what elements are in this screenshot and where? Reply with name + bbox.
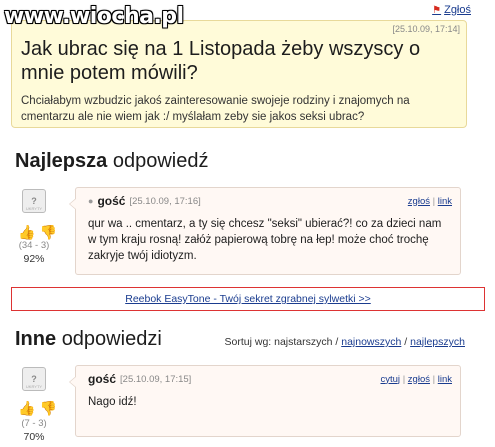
other-answer-box: gość [25.10.09, 17:15] cytuj | zgłoś | l… — [69, 365, 461, 437]
sort-newest-link[interactable]: najnowszych — [341, 336, 401, 348]
site-watermark: www.wiocha.pl — [4, 4, 184, 29]
best-answer-meta: ● gość [25.10.09, 17:16] zgłoś | link — [88, 194, 452, 208]
best-vote-percent: 92% — [23, 253, 45, 265]
actions-separator: | — [432, 373, 436, 385]
other-vote-count: (7 - 3) — [21, 418, 47, 429]
other-answer-date: [25.10.09, 17:15] — [120, 373, 192, 385]
thumb-down-icon[interactable]: 👎 — [39, 400, 56, 417]
question-box: [25.10.09, 17:14] Jak ubrac się na 1 Lis… — [11, 20, 467, 128]
question-title: Jak ubrac się na 1 Listopada żeby wszysc… — [21, 38, 421, 84]
bullet-icon: ● — [88, 196, 94, 206]
other-answer-actions: cytuj | zgłoś | link — [381, 374, 453, 385]
report-question-link[interactable]: ⚑ Zgłoś — [432, 4, 471, 16]
other-report-link[interactable]: zgłoś — [408, 374, 430, 385]
other-heading-bold: Inne — [15, 328, 57, 350]
other-answer-meta: gość [25.10.09, 17:15] cytuj | zgłoś | l… — [88, 372, 452, 386]
other-answer-author[interactable]: gość — [88, 372, 116, 386]
best-permalink[interactable]: link — [438, 196, 452, 207]
best-answer-heading: Najlepsza odpowiedź — [15, 150, 208, 173]
anon-avatar-icon: ? UKRYTY — [22, 367, 46, 391]
sort-label: Sortuj wg: najstarszych / — [224, 336, 339, 348]
actions-separator: | — [402, 373, 406, 385]
ad-banner: Reebok EasyTone - Twój sekret zgrabnej s… — [11, 287, 485, 311]
flag-icon: ⚑ — [432, 4, 442, 16]
vote-buttons: 👍 👎 — [18, 224, 57, 241]
other-vote-percent: 70% — [23, 431, 45, 443]
best-answer-author[interactable]: gość — [97, 194, 125, 208]
speech-arrow — [69, 376, 76, 388]
question-date: [25.10.09, 17:14] — [392, 24, 460, 34]
ad-link[interactable]: Reebok EasyTone - Twój sekret zgrabnej s… — [125, 293, 371, 305]
best-answer-date: [25.10.09, 17:16] — [129, 195, 201, 207]
thumb-down-icon[interactable]: 👎 — [39, 224, 56, 241]
anon-avatar-icon: ? UKRYTY — [22, 189, 46, 213]
other-answer-text: Nago idź! — [88, 396, 137, 408]
thumb-up-icon[interactable]: 👍 — [18, 224, 35, 241]
other-heading-rest: odpowiedzi — [61, 328, 162, 350]
best-heading-rest: odpowiedź — [112, 150, 209, 172]
best-vote-count: (34 - 3) — [18, 240, 50, 251]
sort-bar: Sortuj wg: najstarszych / najnowszych / … — [225, 336, 465, 348]
best-heading-bold: Najlepsza — [15, 150, 108, 172]
speech-arrow — [69, 198, 76, 210]
sort-best-link[interactable]: najlepszych — [410, 336, 465, 348]
thumb-up-icon[interactable]: 👍 — [18, 400, 35, 417]
actions-separator: | — [432, 195, 436, 207]
best-answer-text: qur wa .. cmentarz, a ty się chcesz "sek… — [88, 218, 442, 262]
best-answer-actions: zgłoś | link — [408, 196, 452, 207]
best-report-link[interactable]: zgłoś — [408, 196, 430, 207]
other-permalink[interactable]: link — [438, 374, 452, 385]
vote-buttons: 👍 👎 — [18, 400, 57, 417]
report-question-label: Zgłoś — [444, 4, 471, 16]
other-answers-heading: Inne odpowiedzi — [15, 328, 162, 351]
best-answer-box: ● gość [25.10.09, 17:16] zgłoś | link qu… — [69, 187, 461, 275]
question-description: Chciałabym wzbudzic jakoś zainteresowani… — [21, 95, 410, 123]
sort-separator: / — [404, 336, 408, 348]
other-quote-link[interactable]: cytuj — [381, 374, 401, 385]
